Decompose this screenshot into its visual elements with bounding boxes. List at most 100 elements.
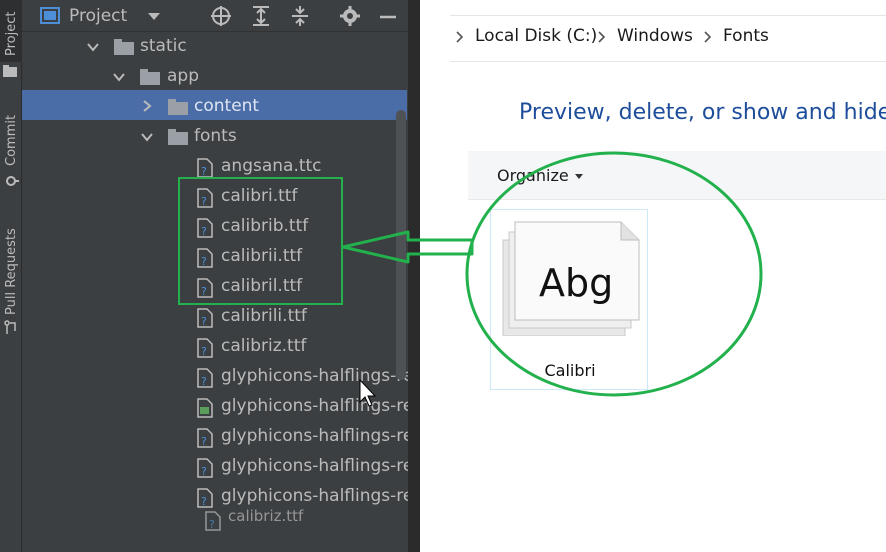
svg-text:?: ?	[201, 285, 207, 298]
tree-label-app: app	[167, 66, 199, 86]
tree-file-label: calibrili.ttf	[221, 306, 307, 326]
breadcrumb-fonts[interactable]: Fonts	[723, 26, 769, 52]
folder-icon	[168, 99, 188, 115]
tree-file[interactable]: ? calibriz.ttf	[22, 332, 407, 362]
collapse-all-icon[interactable]	[288, 4, 312, 28]
side-tab-project-label: Project	[4, 11, 19, 56]
chevron-down-icon[interactable]	[575, 174, 583, 179]
project-view-icon[interactable]	[38, 4, 62, 28]
minimize-icon[interactable]	[376, 4, 400, 28]
tree-file[interactable]: ? glyphicons-halflings-reg	[22, 452, 420, 482]
file-explorer-window: Local Disk (C:) Windows Fonts Preview, d…	[420, 0, 886, 552]
svg-text:?: ?	[209, 518, 215, 531]
tree-file[interactable]: glyphicons-halflings-reg	[22, 392, 420, 422]
tree-folder-static[interactable]: static	[22, 32, 407, 62]
organize-button[interactable]: Organize	[497, 166, 569, 185]
drag-ghost-file: ? calibriz.ttf	[22, 505, 407, 535]
unknown-file-icon: ?	[197, 428, 213, 448]
panel-divider	[408, 0, 420, 552]
unknown-file-icon: ?	[197, 308, 213, 328]
unknown-file-icon: ?	[205, 511, 221, 531]
unknown-file-icon: ?	[197, 158, 213, 178]
tree-label-content: content	[194, 96, 260, 116]
tree-file[interactable]: ? glyphicons-halflings-reg	[22, 422, 420, 452]
chevron-down-icon[interactable]	[112, 70, 126, 84]
settings-gear-icon[interactable]	[338, 4, 362, 28]
tree-file[interactable]: ? calibril.ttf	[22, 272, 407, 302]
tree-file[interactable]: ? glyphicons-halflings-regu	[22, 362, 420, 392]
chevron-right-icon[interactable]	[140, 99, 154, 113]
side-tab-project[interactable]: Project	[0, 0, 22, 77]
chevron-down-icon[interactable]	[86, 40, 100, 54]
tree-file-label: calibrib.ttf	[221, 216, 309, 236]
unknown-file-icon: ?	[197, 218, 213, 238]
unknown-file-icon: ?	[197, 248, 213, 268]
tree-file-label: glyphicons-halflings-reg	[221, 396, 420, 416]
tree-file-label: angsana.ttc	[221, 156, 322, 176]
font-sample-text: Abg	[539, 261, 614, 305]
svg-text:?: ?	[201, 255, 207, 268]
page-heading: Preview, delete, or show and hide	[519, 100, 886, 125]
font-tile-label: Calibri	[544, 361, 596, 380]
side-tab-pull-requests-label: Pull Requests	[4, 228, 19, 315]
tree-file-label: glyphicons-halflings-reg	[221, 426, 420, 446]
tree-folder-app[interactable]: app	[22, 62, 407, 92]
pull-request-icon	[4, 320, 16, 334]
svg-text:?: ?	[201, 345, 207, 358]
drag-ghost-label: calibriz.ttf	[228, 507, 304, 525]
folder-icon	[3, 65, 17, 77]
side-tab-commit[interactable]: Commit	[0, 100, 22, 190]
tree-file-label: glyphicons-halflings-reg	[221, 456, 420, 476]
tree-file[interactable]: ? calibrili.ttf	[22, 302, 407, 332]
tree-file-label: calibriz.ttf	[221, 336, 307, 356]
unknown-file-icon: ?	[197, 188, 213, 208]
svg-text:?: ?	[201, 195, 207, 208]
folder-icon	[168, 129, 188, 145]
folder-icon	[114, 39, 134, 55]
font-family-tile[interactable]: Abg Calibri	[490, 209, 648, 390]
tree-file[interactable]: ? calibrib.ttf	[22, 212, 407, 242]
side-tab-commit-label: Commit	[4, 114, 19, 166]
explorer-top-edge	[450, 0, 886, 16]
tree-folder-fonts[interactable]: fonts	[22, 122, 407, 152]
unknown-file-icon: ?	[197, 278, 213, 298]
tree-folder-content[interactable]: content	[22, 90, 407, 120]
tree-file-label: calibri.ttf	[221, 186, 298, 206]
tree-file[interactable]: ? calibrii.ttf	[22, 242, 407, 272]
svg-text:?: ?	[201, 465, 207, 478]
tree-scrollbar[interactable]	[396, 110, 406, 380]
screenshot-root: { "side_tabs": { "project": "Project", "…	[0, 0, 886, 552]
dropdown-caret-icon[interactable]	[142, 4, 166, 28]
project-toolbar: Project	[22, 0, 420, 32]
breadcrumb-windows[interactable]: Windows	[617, 26, 693, 52]
command-bar: Organize	[468, 151, 886, 200]
tree-file-label: calibrii.ttf	[221, 246, 303, 266]
svg-text:?: ?	[201, 225, 207, 238]
tree-file-label: glyphicons-halflings-reg	[221, 486, 420, 506]
tree-file[interactable]: ? angsana.ttc	[22, 152, 407, 182]
chevron-down-icon[interactable]	[140, 130, 154, 144]
tree-file[interactable]: ? calibri.ttf	[22, 182, 407, 212]
commit-icon	[6, 176, 19, 186]
svg-text:?: ?	[201, 315, 207, 328]
tree-file-label: glyphicons-halflings-regu	[221, 366, 420, 386]
toolbar-title[interactable]: Project	[69, 6, 127, 26]
svg-text:?: ?	[201, 165, 207, 178]
expand-all-icon[interactable]	[249, 4, 273, 28]
svg-text:?: ?	[201, 375, 207, 388]
breadcrumb-local-disk[interactable]: Local Disk (C:)	[475, 26, 597, 52]
address-bar-divider	[450, 61, 886, 62]
unknown-file-icon: ?	[197, 458, 213, 478]
chevron-right-icon[interactable]	[455, 31, 465, 43]
unknown-file-icon: ?	[197, 368, 213, 388]
chevron-right-icon[interactable]	[597, 31, 607, 43]
side-tab-pull-requests[interactable]: Pull Requests	[0, 215, 22, 340]
folder-icon	[140, 69, 160, 85]
chevron-right-icon[interactable]	[703, 31, 713, 43]
locate-icon[interactable]	[209, 4, 233, 28]
tool-window-strip: Project Commit Pull Requests	[0, 0, 22, 552]
image-file-icon	[197, 398, 213, 418]
svg-text:?: ?	[201, 435, 207, 448]
unknown-file-icon: ?	[197, 338, 213, 358]
tree-file-label: calibril.ttf	[221, 276, 303, 296]
